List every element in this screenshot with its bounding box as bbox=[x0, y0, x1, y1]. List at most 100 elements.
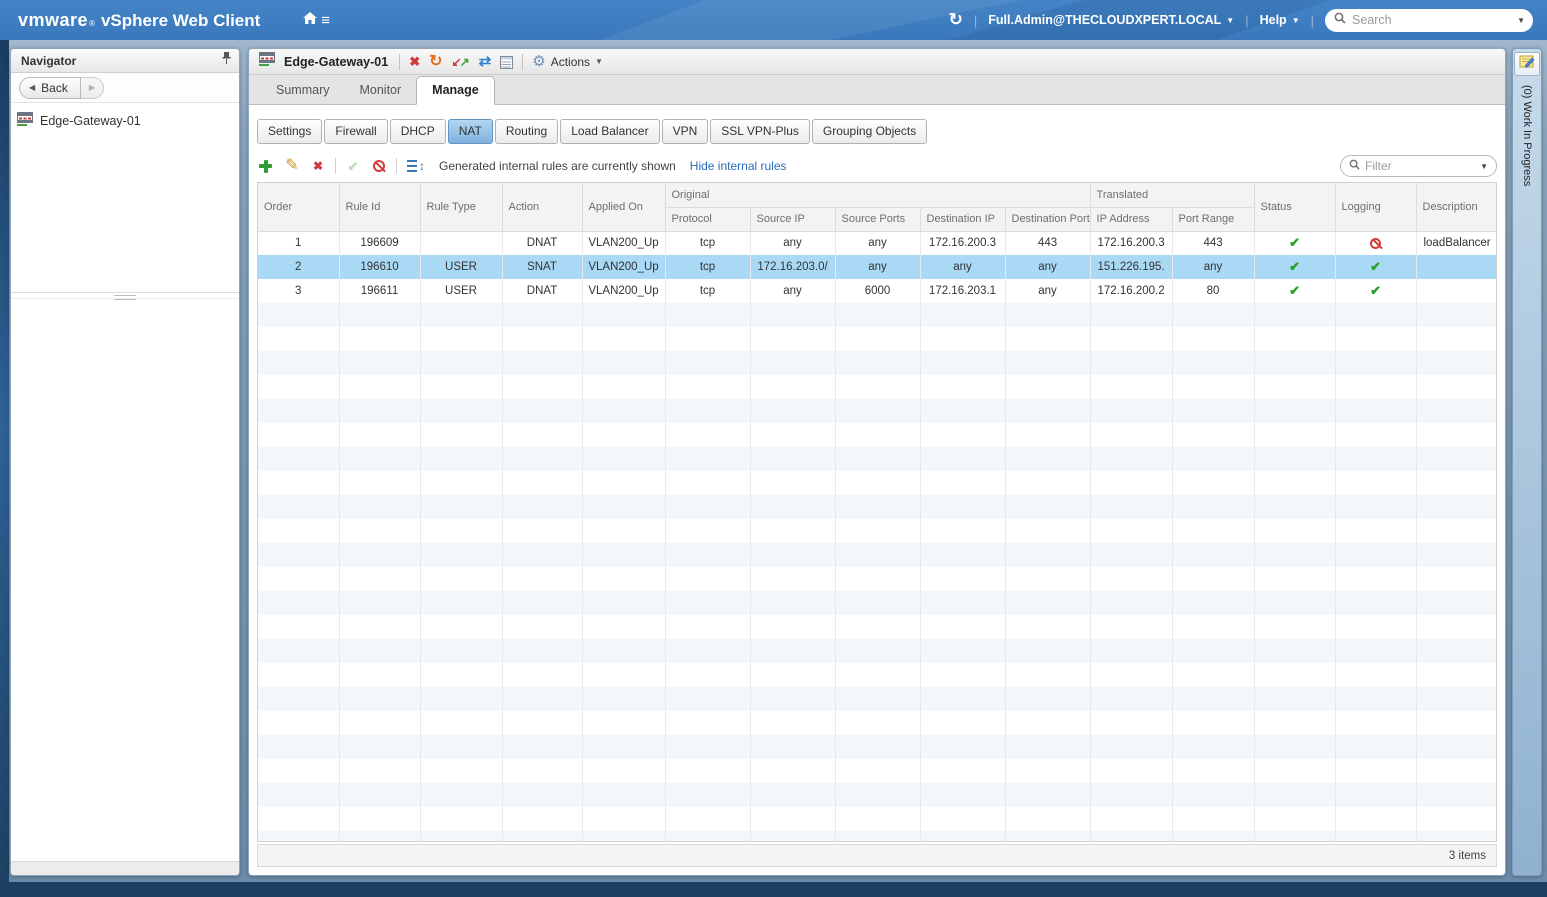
empty-cell bbox=[1005, 471, 1091, 495]
top-header: vmware ® vSphere Web Client ≡ ↻ | Full.Ad… bbox=[0, 0, 1547, 40]
help-menu[interactable]: Help ▼ bbox=[1260, 13, 1300, 27]
redeploy-icon[interactable]: ↻ bbox=[429, 53, 442, 70]
tab-monitor[interactable]: Monitor bbox=[344, 77, 416, 104]
empty-cell bbox=[502, 399, 583, 423]
empty-cell bbox=[1172, 783, 1255, 807]
column-header-order[interactable]: Order bbox=[258, 183, 340, 232]
table-row[interactable]: 1 196609 DNAT VLAN200_Up tcp any any 172.16.200… bbox=[258, 231, 1496, 255]
subtab-settings[interactable]: Settings bbox=[257, 119, 323, 144]
global-search[interactable]: ▼ bbox=[1325, 8, 1533, 32]
tab-summary[interactable]: Summary bbox=[261, 77, 344, 104]
column-group-translated[interactable]: Translated bbox=[1090, 183, 1255, 208]
force-sync-icon[interactable]: ↙ ↗ bbox=[452, 56, 470, 68]
show-internal-rules-button[interactable]: ↕ bbox=[405, 157, 427, 175]
subtab-vpn[interactable]: VPN bbox=[661, 119, 709, 144]
chevron-down-icon[interactable]: ▼ bbox=[1517, 16, 1525, 25]
tab-manage[interactable]: Manage bbox=[416, 76, 495, 105]
empty-cell bbox=[339, 303, 421, 327]
empty-cell bbox=[920, 807, 1006, 831]
filter-input[interactable] bbox=[1365, 159, 1481, 173]
column-header-applied_on[interactable]: Applied On bbox=[582, 183, 666, 232]
empty-cell bbox=[502, 687, 583, 711]
deny-icon bbox=[373, 160, 385, 172]
empty-cell bbox=[665, 711, 751, 735]
subtab-firewall[interactable]: Firewall bbox=[324, 119, 388, 144]
refresh-icon[interactable]: ↻ bbox=[949, 10, 963, 30]
column-header-rule_id[interactable]: Rule Id bbox=[339, 183, 421, 232]
empty-cell bbox=[420, 759, 503, 783]
table-row[interactable]: 3 196611 USER DNAT VLAN200_Up tcp any 6000 172.1… bbox=[258, 279, 1496, 303]
enable-rule-button[interactable]: ✔ bbox=[344, 157, 362, 175]
empty-cell bbox=[750, 783, 836, 807]
delete-object-icon[interactable]: ✖ bbox=[409, 55, 420, 68]
empty-cell bbox=[1005, 423, 1091, 447]
column-header-port_range[interactable]: Port Range bbox=[1172, 207, 1255, 232]
home-button[interactable]: ≡ bbox=[302, 11, 330, 30]
empty-cell bbox=[665, 735, 751, 759]
column-header-source_ports[interactable]: Source Ports bbox=[835, 207, 921, 232]
notepad-icon[interactable] bbox=[500, 55, 514, 69]
column-header-status[interactable]: Status bbox=[1254, 183, 1336, 232]
delete-rule-button[interactable]: ✖ bbox=[309, 157, 327, 175]
column-header-destination_ports[interactable]: Destination Ports bbox=[1005, 207, 1091, 232]
column-header-action[interactable]: Action bbox=[502, 183, 583, 232]
empty-cell bbox=[420, 711, 503, 735]
search-input[interactable] bbox=[1352, 13, 1518, 27]
empty-cell bbox=[1416, 711, 1496, 735]
filter-box[interactable]: ▼ bbox=[1340, 155, 1497, 177]
column-header-logging[interactable]: Logging bbox=[1335, 183, 1417, 232]
empty-cell bbox=[1416, 567, 1496, 591]
empty-row bbox=[258, 639, 1496, 663]
subtab-dhcp[interactable]: DHCP bbox=[389, 119, 446, 144]
hide-internal-rules-link[interactable]: Hide internal rules bbox=[690, 159, 787, 173]
user-menu[interactable]: Full.Admin@THECLOUDXPERT.LOCAL ▼ bbox=[988, 13, 1234, 27]
empty-cell bbox=[920, 327, 1006, 351]
forward-button[interactable]: ▶ bbox=[80, 76, 104, 99]
empty-cell bbox=[920, 303, 1006, 327]
table-row[interactable]: 2 196610 USER SNAT VLAN200_Up tcp 172.16.203.0… bbox=[258, 255, 1496, 279]
column-header-source_ip[interactable]: Source IP bbox=[750, 207, 836, 232]
tree-item-edge-gateway[interactable]: Edge-Gateway-01 bbox=[17, 112, 233, 129]
subtab-grouping-objects[interactable]: Grouping Objects bbox=[811, 119, 928, 144]
disable-rule-button[interactable] bbox=[370, 157, 388, 175]
cell-rule_id: 196609 bbox=[339, 231, 421, 255]
empty-cell bbox=[258, 759, 340, 783]
empty-cell bbox=[665, 495, 751, 519]
column-group-original[interactable]: Original bbox=[665, 183, 1091, 208]
empty-cell bbox=[1090, 663, 1173, 687]
empty-cell bbox=[665, 327, 751, 351]
actions-menu[interactable]: ⚙ Actions ▼ bbox=[532, 54, 603, 69]
empty-cell bbox=[1416, 807, 1496, 831]
empty-cell bbox=[339, 447, 421, 471]
navigator-splitter[interactable] bbox=[11, 292, 239, 300]
empty-cell bbox=[420, 471, 503, 495]
empty-cell bbox=[920, 375, 1006, 399]
pin-icon[interactable] bbox=[222, 51, 231, 70]
empty-cell bbox=[502, 711, 583, 735]
empty-cell bbox=[665, 687, 751, 711]
subtab-nat[interactable]: NAT bbox=[447, 119, 493, 144]
change-icon[interactable]: ⇄ bbox=[479, 54, 492, 69]
empty-cell bbox=[1416, 399, 1496, 423]
empty-cell bbox=[1172, 831, 1255, 841]
column-header-description[interactable]: Description bbox=[1416, 183, 1496, 232]
add-rule-button[interactable] bbox=[257, 157, 275, 175]
subtab-load-balancer[interactable]: Load Balancer bbox=[560, 119, 660, 144]
column-header-ip_address[interactable]: IP Address bbox=[1090, 207, 1173, 232]
page-bottom-bar bbox=[0, 882, 1547, 897]
chevron-down-icon[interactable]: ▼ bbox=[1480, 162, 1488, 171]
column-header-destination_ip[interactable]: Destination IP bbox=[920, 207, 1006, 232]
subtab-routing[interactable]: Routing bbox=[494, 119, 559, 144]
subtab-ssl-vpn-plus[interactable]: SSL VPN-Plus bbox=[710, 119, 810, 144]
empty-cell bbox=[920, 351, 1006, 375]
work-in-progress-button[interactable] bbox=[1514, 52, 1540, 76]
column-header-rule_type[interactable]: Rule Type bbox=[420, 183, 503, 232]
empty-cell bbox=[665, 423, 751, 447]
column-header-protocol[interactable]: Protocol bbox=[665, 207, 751, 232]
edit-rule-button[interactable]: ✎ bbox=[283, 157, 301, 175]
empty-cell bbox=[750, 327, 836, 351]
empty-cell bbox=[750, 495, 836, 519]
cell-destination_ports: any bbox=[1005, 279, 1091, 303]
back-button[interactable]: ◀ Back bbox=[19, 76, 81, 99]
empty-cell bbox=[582, 303, 666, 327]
